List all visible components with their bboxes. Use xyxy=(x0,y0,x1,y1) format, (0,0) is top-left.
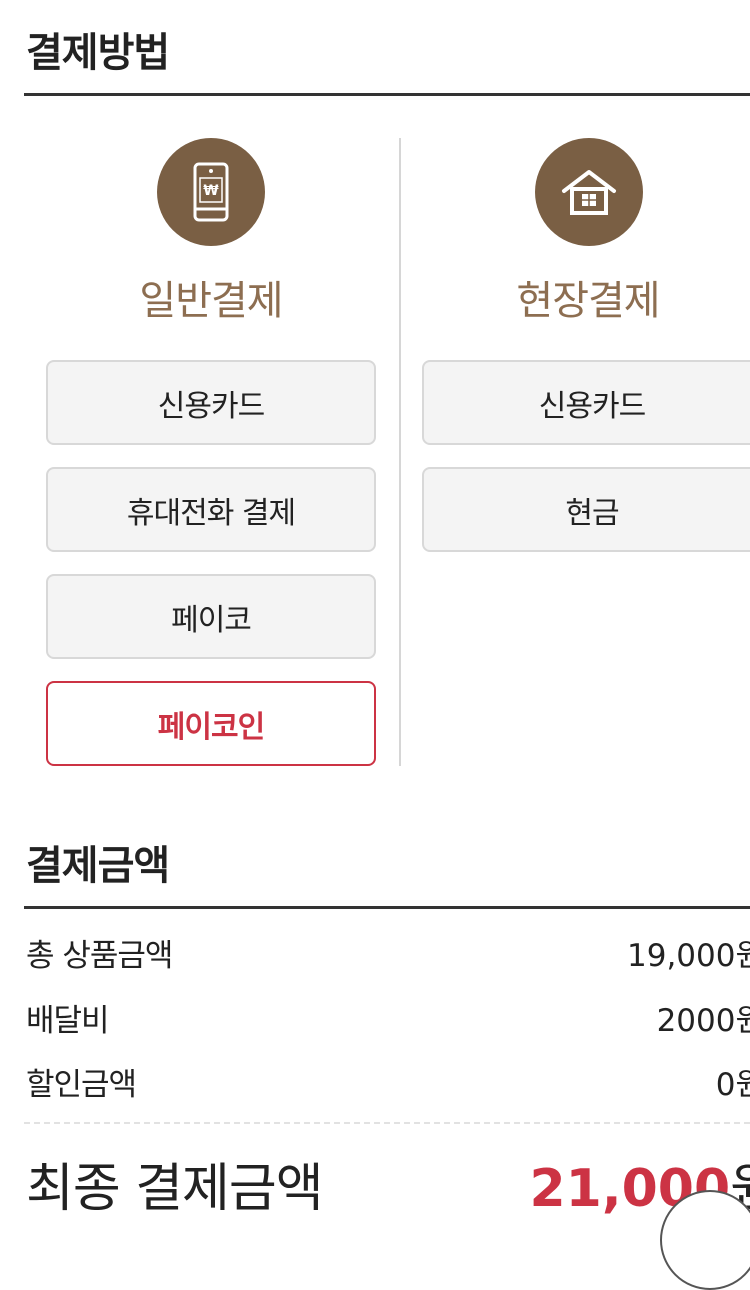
svg-text:₩: ₩ xyxy=(203,183,219,199)
general-payment-column: ₩ 일반결제 신용카드 휴대전화 결제 페이코 페이코인 xyxy=(46,138,376,766)
option-payco[interactable]: 페이코 xyxy=(46,574,376,659)
house-icon xyxy=(535,138,643,246)
section-divider xyxy=(24,93,750,96)
discount-value: 0원 xyxy=(715,1067,750,1103)
floating-action-button[interactable] xyxy=(660,1190,750,1290)
column-divider xyxy=(399,138,401,766)
option-cash[interactable]: 현금 xyxy=(422,467,750,552)
payment-amount-title: 결제금액 xyxy=(26,843,170,889)
option-mobile-payment[interactable]: 휴대전화 결제 xyxy=(46,467,376,552)
option-onsite-credit-card[interactable]: 신용카드 xyxy=(422,360,750,445)
mobile-won-icon: ₩ xyxy=(157,138,265,246)
payment-method-title: 결제방법 xyxy=(26,30,170,76)
onsite-payment-title: 현장결제 xyxy=(516,278,660,324)
delivery-fee-row: 배달비 2000원 xyxy=(26,995,750,1039)
onsite-payment-column: 현장결제 신용카드 현금 xyxy=(422,138,750,552)
onsite-payment-options: 신용카드 현금 xyxy=(422,360,750,552)
general-payment-options: 신용카드 휴대전화 결제 페이코 페이코인 xyxy=(46,360,376,766)
subtotal-value: 19,000원 xyxy=(627,938,750,974)
option-credit-card[interactable]: 신용카드 xyxy=(46,360,376,445)
dashed-divider xyxy=(24,1122,750,1124)
delivery-fee-label: 배달비 xyxy=(26,1003,110,1039)
subtotal-row: 총 상품금액 19,000원 xyxy=(26,930,750,974)
option-paycoin[interactable]: 페이코인 xyxy=(46,681,376,766)
subtotal-label: 총 상품금액 xyxy=(26,938,173,974)
section-divider xyxy=(24,906,750,909)
delivery-fee-value: 2000원 xyxy=(656,1003,750,1039)
general-payment-title: 일반결제 xyxy=(139,278,283,324)
discount-row: 할인금액 0원 xyxy=(26,1059,750,1103)
final-amount-label: 최종 결제금액 xyxy=(26,1159,324,1219)
discount-label: 할인금액 xyxy=(26,1067,137,1103)
